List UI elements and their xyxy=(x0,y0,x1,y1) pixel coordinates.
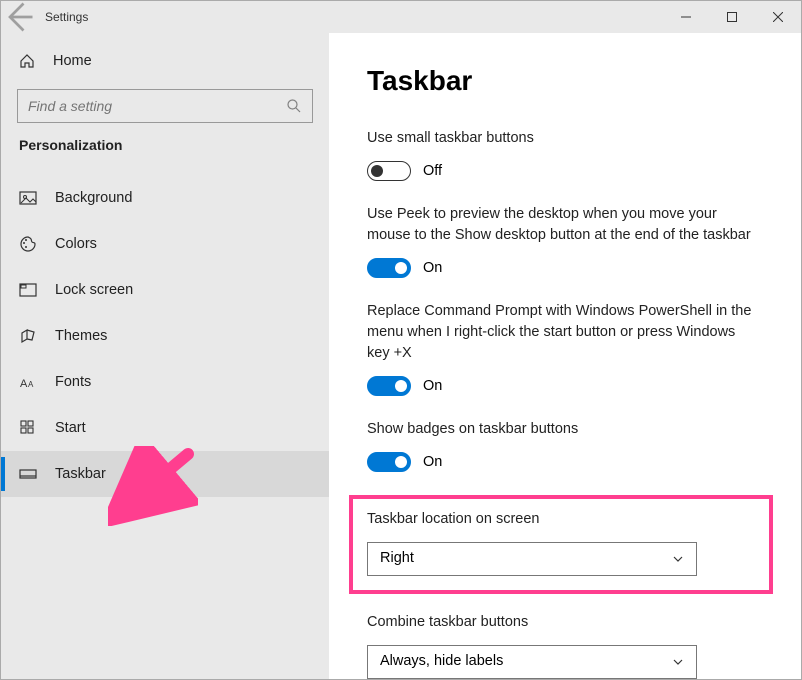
sidebar-item-fonts[interactable]: AA Fonts xyxy=(1,359,329,405)
close-button[interactable] xyxy=(755,1,801,33)
svg-text:A: A xyxy=(28,380,34,389)
back-button[interactable] xyxy=(1,0,37,35)
nav-label: Themes xyxy=(55,328,107,344)
sidebar: Home Personalization Background Colors L… xyxy=(1,33,329,679)
sidebar-item-home[interactable]: Home xyxy=(1,41,329,81)
toggle-small-buttons[interactable] xyxy=(367,161,411,181)
palette-icon xyxy=(19,235,37,253)
setting-label-peek: Use Peek to preview the desktop when you… xyxy=(367,204,755,246)
nav-label: Fonts xyxy=(55,374,91,390)
toggle-powershell[interactable] xyxy=(367,376,411,396)
chevron-down-icon xyxy=(672,656,684,668)
toggle-state: Off xyxy=(423,161,442,182)
nav-label: Start xyxy=(55,420,86,436)
toggle-state: On xyxy=(423,376,442,397)
picture-icon xyxy=(19,189,37,207)
dropdown-location[interactable]: Right xyxy=(367,542,697,576)
dropdown-combine[interactable]: Always, hide labels xyxy=(367,645,697,679)
search-field[interactable] xyxy=(28,98,286,114)
sidebar-item-colors[interactable]: Colors xyxy=(1,221,329,267)
lockscreen-icon xyxy=(19,281,37,299)
maximize-icon xyxy=(727,12,737,22)
minimize-icon xyxy=(681,12,691,22)
svg-text:A: A xyxy=(20,378,28,390)
window-title: Settings xyxy=(45,10,88,24)
arrow-left-icon xyxy=(1,0,37,35)
start-icon xyxy=(19,419,37,437)
setting-label-location: Taskbar location on screen xyxy=(367,509,755,530)
chevron-down-icon xyxy=(672,553,684,565)
toggle-peek[interactable] xyxy=(367,258,411,278)
taskbar-icon xyxy=(19,465,37,483)
setting-label-powershell: Replace Command Prompt with Windows Powe… xyxy=(367,301,755,364)
nav-label: Lock screen xyxy=(55,282,133,298)
setting-label-combine: Combine taskbar buttons xyxy=(367,612,755,633)
titlebar: Settings xyxy=(1,1,801,33)
sidebar-item-taskbar[interactable]: Taskbar xyxy=(1,451,329,497)
sidebar-item-lockscreen[interactable]: Lock screen xyxy=(1,267,329,313)
home-label: Home xyxy=(53,53,92,69)
page-title: Taskbar xyxy=(367,61,755,102)
highlight-annotation: Taskbar location on screen Right xyxy=(349,495,773,594)
themes-icon xyxy=(19,327,37,345)
toggle-state: On xyxy=(423,452,442,473)
setting-label-badges: Show badges on taskbar buttons xyxy=(367,419,755,440)
dropdown-value: Right xyxy=(380,548,414,569)
sidebar-item-start[interactable]: Start xyxy=(1,405,329,451)
sidebar-item-themes[interactable]: Themes xyxy=(1,313,329,359)
content-pane: Taskbar Use small taskbar buttons Off Us… xyxy=(329,33,801,679)
sidebar-item-background[interactable]: Background xyxy=(1,175,329,221)
nav-label: Taskbar xyxy=(55,466,106,482)
toggle-badges[interactable] xyxy=(367,452,411,472)
setting-label-small-buttons: Use small taskbar buttons xyxy=(367,128,755,149)
category-label: Personalization xyxy=(1,137,329,153)
nav-label: Background xyxy=(55,190,132,206)
search-input[interactable] xyxy=(17,89,313,123)
maximize-button[interactable] xyxy=(709,1,755,33)
home-icon xyxy=(19,53,35,69)
nav-label: Colors xyxy=(55,236,97,252)
fonts-icon: AA xyxy=(19,373,37,391)
close-icon xyxy=(773,12,783,22)
dropdown-value: Always, hide labels xyxy=(380,651,503,672)
minimize-button[interactable] xyxy=(663,1,709,33)
search-icon xyxy=(286,98,302,114)
toggle-state: On xyxy=(423,258,442,279)
